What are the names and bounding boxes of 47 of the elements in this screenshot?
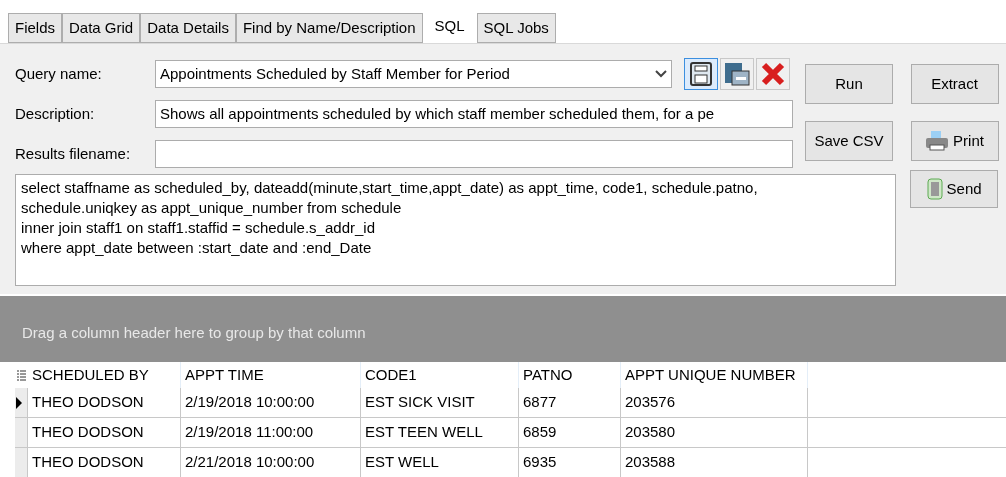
table-cell: 6935 xyxy=(519,448,621,477)
tab[interactable]: Fields xyxy=(8,13,62,43)
query-name-dropdown[interactable]: Appointments Scheduled by Staff Member for Period xyxy=(155,60,672,88)
calculator-icon xyxy=(926,178,943,200)
table-cell: THEO DODSON xyxy=(28,448,181,477)
sql-line: select staffname as scheduled_by, dateadd(minute,start_time,appt_date) as appt_time, code1, schedule.patno, xyxy=(21,178,759,198)
tab[interactable]: Find by Name/Description xyxy=(235,13,423,43)
table-cell: 203588 xyxy=(621,448,808,477)
field-label: Query name: xyxy=(15,63,103,84)
delete-icon[interactable] xyxy=(756,58,790,90)
table-cell: EST WELL xyxy=(361,448,519,477)
send-button[interactable]: Send xyxy=(910,170,998,208)
column-chooser-icon xyxy=(17,369,26,381)
field-label: Results filename: xyxy=(15,143,132,164)
tab[interactable]: Data Details xyxy=(140,13,236,43)
sql-line: inner join staff1 on staff1.staffid = schedule.s_addr_id xyxy=(21,218,376,238)
tab[interactable]: Data Grid xyxy=(62,13,141,43)
chevron-down-icon xyxy=(655,70,667,78)
save-csv-button[interactable]: Save CSV xyxy=(805,121,893,161)
print-button[interactable]: Print xyxy=(910,121,999,161)
field-label: Description: xyxy=(15,103,96,124)
table-cell: THEO DODSON xyxy=(28,388,181,417)
row-indicator[interactable] xyxy=(15,388,28,417)
tab[interactable]: SQL Jobs xyxy=(476,13,556,43)
run-button[interactable]: Run xyxy=(805,64,893,104)
table-cell: 6877 xyxy=(519,388,621,417)
query-name-value: Appointments Scheduled by Staff Member for Period xyxy=(160,63,511,84)
table-cell: 203576 xyxy=(621,388,808,417)
sql-line: schedule.uniqkey as appt_unique_number from schedule xyxy=(21,198,403,218)
description-field[interactable]: Shows all appointments scheduled by which staff member scheduled them, for a pe xyxy=(155,100,793,128)
results-filename-field[interactable] xyxy=(155,140,793,168)
current-row-icon xyxy=(15,396,23,409)
table-cell: THEO DODSON xyxy=(28,418,181,447)
table-cell: 6859 xyxy=(519,418,621,447)
table-cell: 203580 xyxy=(621,418,808,447)
save-icon[interactable] xyxy=(684,58,718,90)
sql-editor[interactable] xyxy=(15,174,897,286)
table-cell: 2/19/2018 10:00:00 xyxy=(181,388,361,417)
save-as-icon[interactable] xyxy=(720,58,754,90)
table-cell: EST TEEN WELL xyxy=(361,418,519,447)
table-cell: EST SICK VISIT xyxy=(361,388,519,417)
table-cell: 2/21/2018 10:00:00 xyxy=(181,448,361,477)
group-hint: Drag a column header here to group by that column xyxy=(22,322,366,343)
table-cell: 2/19/2018 11:00:00 xyxy=(181,418,361,447)
extract-button[interactable]: Extract xyxy=(910,64,999,104)
sql-line: where appt_date between :start_date and :end_Date xyxy=(21,238,373,258)
printer-icon xyxy=(925,131,950,151)
